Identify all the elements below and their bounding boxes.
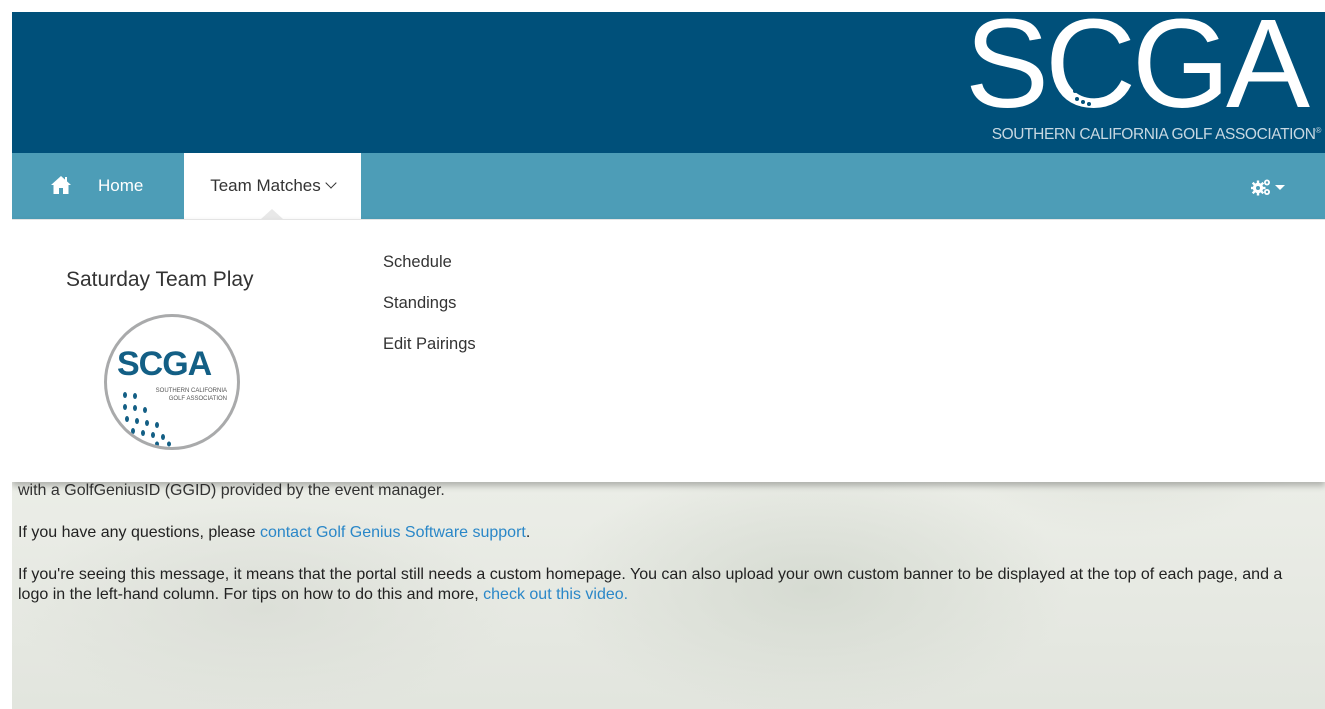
home-icon[interactable] — [50, 175, 72, 195]
dropdown-menu: Schedule Standings Edit Pairings — [383, 250, 476, 373]
support-paragraph: If you have any questions, please contac… — [18, 524, 531, 541]
golf-ball-dots-icon — [123, 392, 171, 447]
league-logo: SCGA SOUTHERN CALIFORNIA GOLF ASSOCIATION — [104, 314, 240, 450]
nav-home-link[interactable]: Home — [98, 153, 143, 219]
golf-ball-dots-icon — [1073, 82, 1098, 123]
logo-letters: SCGA — [965, 12, 1310, 134]
scga-logo[interactable]: SCGA SOUTHERN CALIFORNIA GOLF ASSOCIATIO… — [959, 12, 1325, 148]
menu-item-standings[interactable]: Standings — [383, 291, 476, 332]
main-nav: Home Team Matches — [12, 153, 1325, 219]
custom-homepage-message: If you're seeing this message, it means … — [18, 566, 1283, 603]
logo-tagline: SOUTHERN CALIFORNIA GOLF ASSOCIATION® — [991, 126, 1322, 143]
video-link[interactable]: check out this video. — [483, 586, 628, 603]
contact-support-link[interactable]: contact Golf Genius Software support — [260, 524, 526, 541]
site-banner: SCGA SOUTHERN CALIFORNIA GOLF ASSOCIATIO… — [12, 12, 1325, 153]
menu-item-schedule[interactable]: Schedule — [383, 250, 476, 291]
gears-icon[interactable] — [1251, 177, 1287, 197]
league-title: Saturday Team Play — [66, 268, 254, 291]
chevron-down-icon — [325, 177, 337, 189]
dropdown-pointer — [261, 209, 283, 219]
team-matches-dropdown: Saturday Team Play SCGA SOUTHERN CALIFOR… — [12, 219, 1325, 482]
badge-letters: SCGA — [117, 345, 212, 383]
menu-item-edit-pairings[interactable]: Edit Pairings — [383, 332, 476, 373]
nav-team-matches-label: Team Matches — [210, 176, 321, 195]
intro-text-partial: with a GolfGeniusID (GGID) provided by t… — [18, 482, 445, 499]
page: SCGA SOUTHERN CALIFORNIA GOLF ASSOCIATIO… — [12, 12, 1325, 709]
